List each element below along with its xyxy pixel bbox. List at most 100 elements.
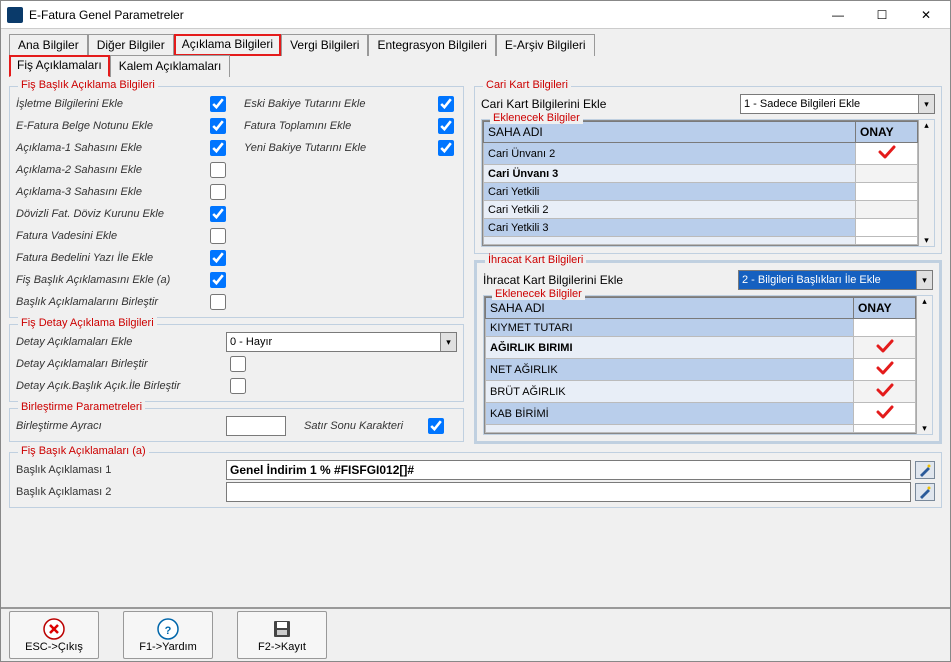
scroll-down-icon[interactable]: ▾ xyxy=(917,423,932,434)
checkbox-detay-acik-baslik[interactable] xyxy=(230,378,246,394)
table-row[interactable]: Cari Yetkili 2 xyxy=(484,201,918,219)
select-cari-ekle[interactable]: 1 - Sadece Bilgileri Ekle xyxy=(740,94,935,114)
f2-kayit-button[interactable]: F2->Kayıt xyxy=(237,611,327,659)
table-ihracat: SAHA ADI ONAY KIYMET TUTARIAĞIRLIK BIRIM… xyxy=(485,297,916,433)
label-fbl-0: İşletme Bilgilerini Ekle xyxy=(16,98,206,110)
legend-fis-detay: Fiş Detay Açıklama Bilgileri xyxy=(18,317,157,329)
right-column: Cari Kart Bilgileri Cari Kart Bilgilerin… xyxy=(474,80,942,446)
esc-cikis-button[interactable]: ESC->Çıkış xyxy=(9,611,99,659)
col-onay[interactable]: ONAY xyxy=(854,298,916,319)
scroll-up-icon[interactable]: ▴ xyxy=(919,120,934,131)
checkbox-fbl-6[interactable] xyxy=(210,228,226,244)
scrollbar-ihracat[interactable]: ▴ ▾ xyxy=(916,296,932,434)
cell-onay[interactable] xyxy=(856,143,918,165)
label-detay-birlesti: Detay Açıklamaları Birleştir xyxy=(16,358,226,370)
cell-onay[interactable] xyxy=(856,165,918,183)
table-row[interactable]: Cari Yetkili xyxy=(484,183,918,201)
input-baslik-1[interactable] xyxy=(226,460,911,480)
tab-earsiv-bilgileri[interactable]: E-Arşiv Bilgileri xyxy=(496,34,595,56)
scrollbar-cari[interactable]: ▴ ▾ xyxy=(918,120,934,246)
table-header-row: SAHA ADI ONAY xyxy=(484,122,918,143)
scroll-up-icon[interactable]: ▴ xyxy=(917,296,932,307)
tab-diger-bilgiler[interactable]: Diğer Bilgiler xyxy=(88,34,174,56)
checkbox-fbl-7[interactable] xyxy=(210,250,226,266)
input-birl-ayrac[interactable] xyxy=(226,416,286,436)
label-fbl-8: Fiş Başlık Açıklamasını Ekle (a) xyxy=(16,274,206,286)
cell-label[interactable]: Cari Ünvanı 2 xyxy=(484,143,856,165)
col-saha-adi[interactable]: SAHA ADI xyxy=(486,298,854,319)
checkbox-fbl-0[interactable] xyxy=(210,96,226,112)
select-ihracat-ekle[interactable]: 2 - Bilgileri Başlıkları İle Ekle xyxy=(738,270,933,290)
close-button[interactable]: ✕ xyxy=(904,2,948,28)
cell-onay[interactable] xyxy=(854,337,916,359)
fieldset-ihracat-kart: İhracat Kart Bilgileri İhracat Kart Bilg… xyxy=(474,260,942,444)
wand-icon xyxy=(918,485,932,499)
label-fbl-9: Başlık Açıklamalarını Birleştir xyxy=(16,296,206,308)
cell-label[interactable]: Cari Yetkili 3 xyxy=(484,219,856,237)
cell-label[interactable]: AĞIRLIK BIRIMI xyxy=(486,337,854,359)
chevron-down-icon[interactable]: ▾ xyxy=(916,271,932,289)
cell-onay[interactable] xyxy=(854,381,916,403)
table-row[interactable]: Cari Yetkili 3 xyxy=(484,219,918,237)
cell-label[interactable]: BRÜT AĞIRLIK xyxy=(486,381,854,403)
legend-fis-basik-a: Fiş Başık Açıklamaları (a) xyxy=(18,445,149,457)
minimize-button[interactable]: — xyxy=(816,2,860,28)
checkbox-fbl-5[interactable] xyxy=(210,206,226,222)
chevron-down-icon[interactable]: ▾ xyxy=(440,333,456,351)
checkbox-detay-birlesti[interactable] xyxy=(230,356,246,372)
save-icon xyxy=(271,618,293,640)
col-saha-adi[interactable]: SAHA ADI xyxy=(484,122,856,143)
checkbox-fbr-0[interactable] xyxy=(438,96,454,112)
cell-label[interactable]: KAB BİRİMİ xyxy=(486,403,854,425)
table-row[interactable]: KIYMET TUTARI xyxy=(486,319,916,337)
tab-ana-bilgiler[interactable]: Ana Bilgiler xyxy=(9,34,88,56)
checkbox-fbl-4[interactable] xyxy=(210,184,226,200)
assist-button-1[interactable] xyxy=(915,461,935,479)
fieldset-cari-kart: Cari Kart Bilgileri Cari Kart Bilgilerin… xyxy=(474,86,942,254)
cell-label[interactable]: KIYMET TUTARI xyxy=(486,319,854,337)
tab-fis-aciklamalari[interactable]: Fiş Açıklamaları xyxy=(9,55,110,77)
content-area: Ana Bilgiler Diğer Bilgiler Açıklama Bil… xyxy=(1,29,950,607)
assist-button-2[interactable] xyxy=(915,483,935,501)
col-onay[interactable]: ONAY xyxy=(856,122,918,143)
tab-vergi-bilgileri[interactable]: Vergi Bilgileri xyxy=(281,34,368,56)
checkbox-fbr-1[interactable] xyxy=(438,118,454,134)
checkbox-fbl-3[interactable] xyxy=(210,162,226,178)
input-baslik-2[interactable] xyxy=(226,482,911,502)
cell-label[interactable]: NET AĞIRLIK xyxy=(486,359,854,381)
checkbox-satir-sonu[interactable] xyxy=(428,418,444,434)
checkbox-fbl-2[interactable] xyxy=(210,140,226,156)
label-fbl-7: Fatura Bedelini Yazı İle Ekle xyxy=(16,252,206,264)
label-fbr-0: Eski Bakiye Tutarını Ekle xyxy=(244,98,434,110)
checkbox-fbl-8[interactable] xyxy=(210,272,226,288)
table-row[interactable]: Cari Ünvanı 3 xyxy=(484,165,918,183)
cell-onay[interactable] xyxy=(854,359,916,381)
tab-aciklama-bilgileri[interactable]: Açıklama Bilgileri xyxy=(174,34,281,56)
checkbox-fbl-1[interactable] xyxy=(210,118,226,134)
table-row[interactable]: KAB BİRİMİ xyxy=(486,403,916,425)
cell-onay[interactable] xyxy=(854,403,916,425)
checkbox-fbl-9[interactable] xyxy=(210,294,226,310)
cell-onay[interactable] xyxy=(856,183,918,201)
table-row[interactable]: Cari Ünvanı 2 xyxy=(484,143,918,165)
cell-label[interactable]: Cari Ünvanı 3 xyxy=(484,165,856,183)
label-fbl-6: Fatura Vadesini Ekle xyxy=(16,230,206,242)
f1-yardim-button[interactable]: ? F1->Yardım xyxy=(123,611,213,659)
scroll-down-icon[interactable]: ▾ xyxy=(919,235,934,246)
cell-label[interactable]: Cari Yetkili 2 xyxy=(484,201,856,219)
cell-onay[interactable] xyxy=(856,219,918,237)
table-row[interactable]: NET AĞIRLIK xyxy=(486,359,916,381)
table-row[interactable]: AĞIRLIK BIRIMI xyxy=(486,337,916,359)
tab-entegrasyon-bilgileri[interactable]: Entegrasyon Bilgileri xyxy=(368,34,495,56)
cell-onay[interactable] xyxy=(854,319,916,337)
maximize-button[interactable]: ☐ xyxy=(860,2,904,28)
table-row[interactable]: BRÜT AĞIRLIK xyxy=(486,381,916,403)
label-fbl-1: E-Fatura Belge Notunu Ekle xyxy=(16,120,206,132)
cell-label[interactable]: Cari Yetkili xyxy=(484,183,856,201)
select-detay-ekle[interactable]: 0 - Hayır xyxy=(226,332,457,352)
tab-kalem-aciklamalari[interactable]: Kalem Açıklamaları xyxy=(110,55,231,77)
chevron-down-icon[interactable]: ▾ xyxy=(918,95,934,113)
main-window: E-Fatura Genel Parametreler — ☐ ✕ Ana Bi… xyxy=(0,0,951,662)
checkbox-fbr-2[interactable] xyxy=(438,140,454,156)
cell-onay[interactable] xyxy=(856,201,918,219)
